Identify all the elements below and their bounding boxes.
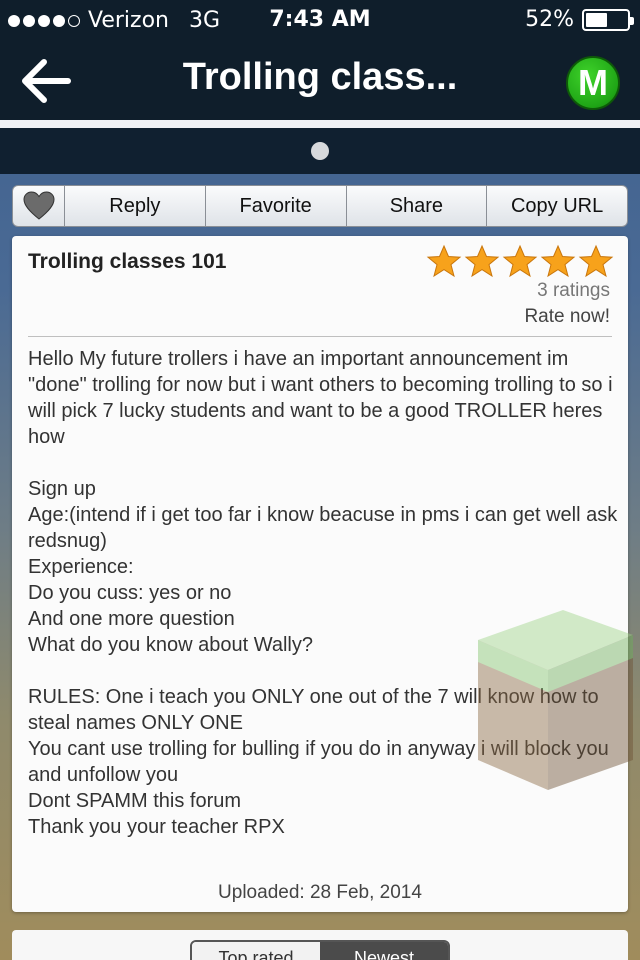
m-badge-letter: M bbox=[578, 62, 608, 103]
post-title: Trolling classes 101 bbox=[28, 250, 227, 273]
m-badge-button[interactable]: M bbox=[566, 56, 620, 110]
heart-icon bbox=[22, 191, 55, 220]
nav-bar: Trolling class... M bbox=[0, 40, 640, 120]
star-icon[interactable] bbox=[426, 244, 462, 278]
ratings-count: 3 ratings bbox=[537, 280, 610, 301]
share-button[interactable]: Share bbox=[347, 186, 488, 226]
back-arrow-icon bbox=[22, 59, 71, 103]
favorite-button[interactable]: Favorite bbox=[206, 186, 347, 226]
sort-top-rated-tab[interactable]: Top rated bbox=[192, 942, 320, 960]
back-button[interactable] bbox=[20, 58, 72, 104]
battery-percent: 52% bbox=[525, 7, 574, 32]
status-bar: Verizon 3G 7:43 AM 52% bbox=[0, 0, 640, 40]
post-card: Trolling classes 101 3 ratings Rate now!… bbox=[12, 236, 628, 912]
sort-segmented-control: Top rated Newest bbox=[190, 940, 450, 960]
upload-date: Uploaded: 28 Feb, 2014 bbox=[218, 882, 422, 903]
rate-now-link[interactable]: Rate now! bbox=[524, 306, 610, 328]
star-icon[interactable] bbox=[578, 244, 614, 278]
star-icon[interactable] bbox=[540, 244, 576, 278]
nav-divider bbox=[0, 120, 640, 128]
star-rating[interactable] bbox=[426, 244, 614, 278]
like-button[interactable] bbox=[13, 186, 65, 226]
battery-icon bbox=[582, 8, 634, 31]
copy-url-button[interactable]: Copy URL bbox=[487, 186, 627, 226]
star-icon[interactable] bbox=[502, 244, 538, 278]
post-action-bar: Reply Favorite Share Copy URL bbox=[12, 185, 628, 227]
page-indicator-dot[interactable] bbox=[311, 142, 329, 160]
divider bbox=[28, 336, 612, 337]
page-title: Trolling class... bbox=[182, 56, 458, 98]
grass-block-icon bbox=[478, 610, 633, 790]
star-icon[interactable] bbox=[464, 244, 500, 278]
sort-newest-tab[interactable]: Newest bbox=[320, 942, 448, 960]
reply-button[interactable]: Reply bbox=[65, 186, 206, 226]
